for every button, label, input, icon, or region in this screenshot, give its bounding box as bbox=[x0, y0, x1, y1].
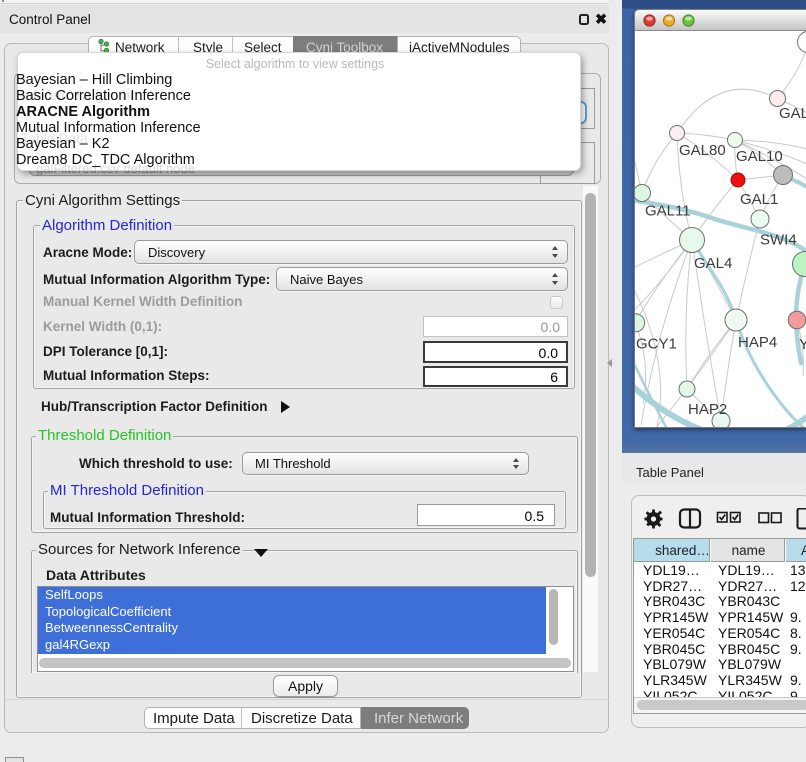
svg-text:GAL10: GAL10 bbox=[736, 148, 783, 165]
svg-text:GCY1: GCY1 bbox=[636, 336, 677, 353]
svg-text:GAL4: GAL4 bbox=[694, 255, 732, 272]
svg-text:GAL: GAL bbox=[779, 105, 806, 122]
svg-text:GAL80: GAL80 bbox=[679, 142, 726, 159]
svg-text:GAL11: GAL11 bbox=[645, 203, 691, 220]
svg-text:HAP2: HAP2 bbox=[688, 401, 727, 418]
svg-text:HAP4: HAP4 bbox=[738, 334, 777, 351]
svg-text:SWI4: SWI4 bbox=[760, 232, 797, 249]
svg-text:GAL1: GAL1 bbox=[740, 191, 778, 208]
svg-text:Y: Y bbox=[799, 336, 806, 353]
